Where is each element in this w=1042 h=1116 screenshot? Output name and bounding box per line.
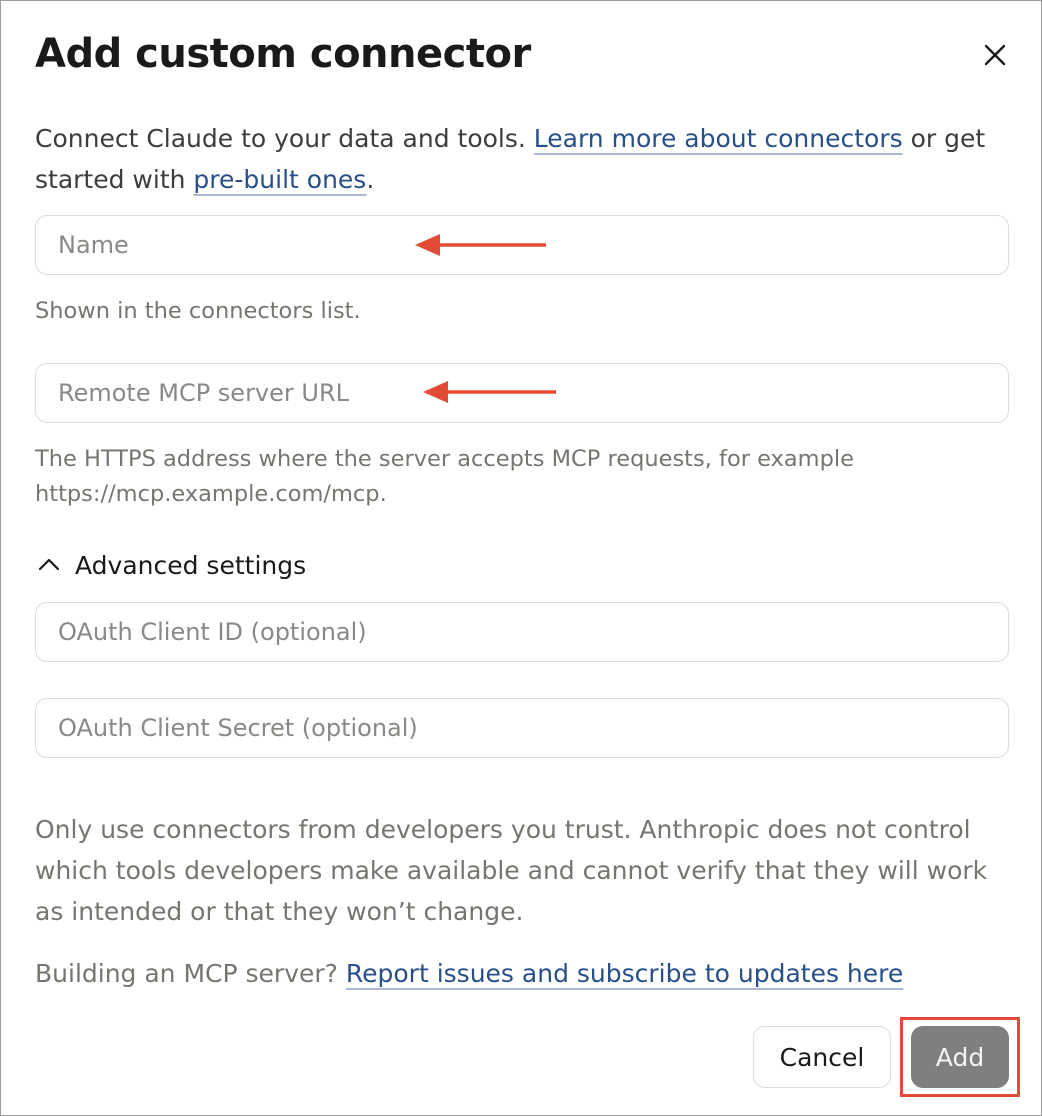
oauth-client-id-input[interactable] bbox=[36, 603, 1008, 661]
name-input[interactable] bbox=[36, 216, 1008, 274]
trust-warning: Only use connectors from developers you … bbox=[35, 815, 988, 926]
intro-text-after: . bbox=[366, 165, 375, 194]
footer-note: Building an MCP server? Report issues an… bbox=[35, 953, 903, 994]
server-url-input[interactable] bbox=[36, 364, 1008, 422]
close-button[interactable] bbox=[979, 39, 1011, 71]
advanced-settings-label: Advanced settings bbox=[75, 550, 307, 580]
prebuilt-connectors-link[interactable]: pre-built ones bbox=[193, 165, 366, 194]
client-id-field-wrapper bbox=[35, 602, 1009, 662]
footer-note-text: Building an MCP server? bbox=[35, 959, 346, 988]
learn-more-link[interactable]: Learn more about connectors bbox=[534, 124, 903, 153]
client-secret-field-wrapper bbox=[35, 698, 1009, 758]
chevron-up-icon bbox=[38, 558, 60, 571]
name-field-wrapper bbox=[35, 215, 1009, 275]
url-hint: The HTTPS address where the server accep… bbox=[35, 446, 854, 507]
cancel-button[interactable]: Cancel bbox=[753, 1026, 891, 1088]
report-issues-link[interactable]: Report issues and subscribe to updates h… bbox=[346, 959, 903, 988]
dialog-title: Add custom connector bbox=[35, 31, 531, 77]
name-hint: Shown in the connectors list. bbox=[35, 298, 361, 324]
advanced-settings-toggle[interactable]: Advanced settings bbox=[35, 547, 306, 583]
intro-text: Connect Claude to your data and tools. L… bbox=[35, 118, 995, 200]
url-field-wrapper bbox=[35, 363, 1009, 423]
oauth-client-secret-input[interactable] bbox=[36, 699, 1008, 757]
close-icon bbox=[984, 44, 1006, 66]
add-button[interactable]: Add bbox=[911, 1026, 1009, 1088]
add-connector-dialog: Add custom connector Connect Claude to y… bbox=[0, 0, 1042, 1116]
intro-text-before: Connect Claude to your data and tools. bbox=[35, 124, 534, 153]
